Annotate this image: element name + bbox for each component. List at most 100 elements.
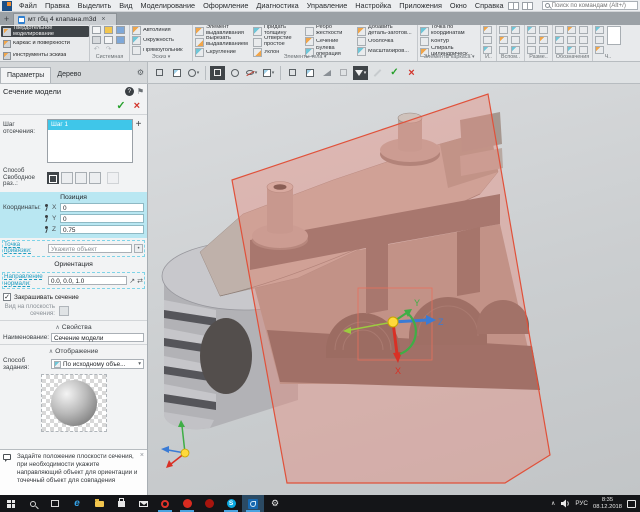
menu-applications[interactable]: Приложения <box>395 1 446 10</box>
snap-pin-icon[interactable] <box>43 214 50 222</box>
section-display-button[interactable] <box>302 66 317 80</box>
designation-9-icon[interactable] <box>579 46 588 54</box>
sheet-icon[interactable] <box>607 26 621 45</box>
settings-button[interactable]: ⚙ <box>264 495 286 512</box>
radial-dimension-icon[interactable] <box>527 36 536 44</box>
view-on-plane-icon[interactable] <box>59 306 69 316</box>
bookmark-icon[interactable]: ⚑ <box>137 87 144 96</box>
menu-layout[interactable]: Оформление <box>199 1 252 10</box>
taskbar-search-button[interactable] <box>22 495 44 512</box>
add-step-button[interactable]: + <box>133 119 144 130</box>
section-plane[interactable] <box>232 94 550 483</box>
menu-help[interactable]: Справка <box>471 1 508 10</box>
save-as-icon[interactable] <box>116 36 125 44</box>
rib-button[interactable]: Ребро жесткости <box>305 26 356 36</box>
filter-button[interactable]: ▾ <box>353 66 368 80</box>
copy-icon[interactable] <box>483 46 492 54</box>
orientation-cube-button[interactable] <box>210 66 225 80</box>
edge-button[interactable]: e <box>66 495 88 512</box>
redo-icon[interactable]: ↷ <box>104 46 113 54</box>
tray-chevron-icon[interactable]: ∧ <box>551 500 555 507</box>
angular-dimension-icon[interactable] <box>539 26 548 34</box>
note-icon[interactable] <box>579 36 588 44</box>
sketch-mode-button[interactable] <box>169 66 184 80</box>
document-tab[interactable]: мт гбц 4 клапана.m3d × <box>13 13 117 25</box>
notification-center-icon[interactable] <box>627 500 636 508</box>
task-view-button[interactable] <box>44 495 66 512</box>
skype-button[interactable]: S <box>220 495 242 512</box>
menu-file[interactable]: Файл <box>15 1 41 10</box>
menu-view[interactable]: Вид <box>115 1 136 10</box>
designation-7-icon[interactable] <box>555 46 564 54</box>
method-sketch-button[interactable] <box>107 172 119 184</box>
mode-wireframe-surfaces[interactable]: Каркас и поверхности <box>1 38 89 49</box>
dimension-5-icon[interactable] <box>527 46 536 54</box>
panel-cancel-button[interactable]: × <box>134 100 140 112</box>
simple-hole-button[interactable]: Отверстие простое <box>253 37 304 47</box>
swap-direction-icon[interactable]: ⇄ <box>137 277 143 285</box>
tab-tree[interactable]: Дерево <box>51 67 87 83</box>
store-button[interactable] <box>110 495 132 512</box>
autoline-button[interactable]: Автолиния <box>132 26 189 35</box>
layout-toggle-1-button[interactable] <box>508 2 519 10</box>
display-header[interactable]: ∧Отображение <box>0 344 147 357</box>
viewport-3d[interactable]: Z Y X <box>148 84 640 495</box>
point-by-coordinates-button[interactable]: Точка по координатам <box>420 26 477 36</box>
dimension-6-icon[interactable] <box>539 46 548 54</box>
command-search-input[interactable] <box>552 2 639 10</box>
menu-diagnostics[interactable]: Диагностика <box>252 1 302 10</box>
normal-direction-field[interactable]: 0.0, 0.0, 1.0 <box>48 276 127 285</box>
menu-modeling[interactable]: Моделирование <box>136 1 199 10</box>
mark-icon[interactable] <box>567 36 576 44</box>
start-button[interactable] <box>0 495 22 512</box>
aux-axis-icon[interactable] <box>511 26 520 34</box>
display-mode-button[interactable] <box>227 66 242 80</box>
zoom-button[interactable]: ▾ <box>186 66 201 80</box>
properties-header[interactable]: ∧Свойства <box>0 320 147 333</box>
cut-step-item[interactable]: Шаг 1 <box>48 120 132 130</box>
add-part-stock-button[interactable]: Добавить деталь-заготов... <box>357 26 414 36</box>
section-button[interactable]: Сечение <box>305 37 356 46</box>
thicken-button[interactable]: Придать толщину <box>253 26 304 36</box>
mail-button[interactable] <box>132 495 154 512</box>
normal-direction-link[interactable]: Направление нормали: <box>4 274 48 287</box>
menu-window[interactable]: Окно <box>446 1 471 10</box>
menu-edit[interactable]: Правка <box>41 1 74 10</box>
command-search[interactable] <box>542 1 638 10</box>
image-style-button[interactable]: ▾ <box>261 66 276 80</box>
menu-management[interactable]: Управление <box>303 1 352 10</box>
snap-pin-icon[interactable] <box>43 225 50 233</box>
method-free-button[interactable] <box>47 172 59 184</box>
file-explorer-button[interactable] <box>88 495 110 512</box>
hide-objects-button[interactable]: ▾ <box>244 66 259 80</box>
drawing-2-icon[interactable] <box>595 36 604 44</box>
linear-dimension-icon[interactable] <box>527 26 536 34</box>
extrude-button[interactable]: Элемент выдавливания <box>195 26 252 36</box>
menu-select[interactable]: Выделить <box>74 1 116 10</box>
method-box-button[interactable] <box>89 172 101 184</box>
aux-lcs-icon[interactable] <box>511 36 520 44</box>
taskbar-clock[interactable]: 8:35 08.12.2018 <box>593 497 622 509</box>
preview-icon[interactable] <box>104 36 113 44</box>
language-indicator[interactable]: РУС <box>575 500 588 507</box>
method-offset-button[interactable] <box>61 172 73 184</box>
method-angle-button[interactable] <box>75 172 87 184</box>
leader-icon[interactable] <box>579 26 588 34</box>
display-method-select[interactable]: По исходному объе... ▾ <box>51 359 144 369</box>
menu-settings[interactable]: Настройка <box>351 1 395 10</box>
array-icon[interactable] <box>483 26 492 34</box>
anchor-point-link[interactable]: Точка привязки: <box>4 242 48 255</box>
cut-extrude-button[interactable]: Вырезать выдавливанием <box>195 37 252 47</box>
confirm-button[interactable]: ✓ <box>387 66 402 80</box>
z-coordinate-field[interactable]: 0.75 <box>60 225 144 234</box>
aux-plane-icon[interactable] <box>499 26 508 34</box>
link-button[interactable] <box>336 66 351 80</box>
volume-icon[interactable] <box>560 499 570 508</box>
mirror-icon[interactable] <box>483 36 492 44</box>
cut-step-list[interactable]: Шаг 1 <box>47 119 133 163</box>
panel-gear-icon[interactable]: ⚙ <box>137 63 144 83</box>
panel-confirm-button[interactable]: ✓ <box>116 99 125 112</box>
browser-red-button[interactable] <box>176 495 198 512</box>
anchor-point-picker-button[interactable]: • <box>134 244 143 253</box>
mode-solid-modeling[interactable]: Твердотельное моделирование <box>1 26 89 37</box>
